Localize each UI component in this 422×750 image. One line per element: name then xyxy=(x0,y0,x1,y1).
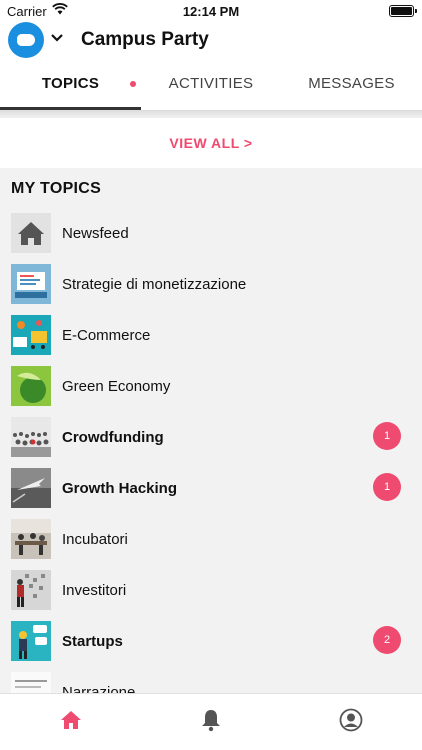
bottom-tab-bar xyxy=(0,693,422,750)
tab-bar-top: TOPICS ACTIVITIES MESSAGES xyxy=(0,62,422,110)
home-icon[interactable] xyxy=(59,708,83,732)
topic-label: Incubatori xyxy=(62,531,128,548)
topic-thumbnail xyxy=(11,468,51,508)
topic-label: Startups xyxy=(62,633,123,650)
app-logo-button[interactable] xyxy=(8,22,44,58)
topic-row[interactable]: Strategie di monetizzazione xyxy=(0,259,422,310)
topic-row[interactable]: Crowdfunding 1 xyxy=(0,412,422,463)
topic-label: Strategie di monetizzazione xyxy=(62,276,247,293)
topic-row[interactable]: Newsfeed xyxy=(0,208,422,259)
topic-row[interactable]: E-Commerce xyxy=(0,310,422,361)
community-title[interactable]: Campus Party xyxy=(81,29,209,51)
status-bar: Carrier 12:14 PM xyxy=(0,0,422,22)
topic-label: Growth Hacking xyxy=(62,480,178,497)
home-icon xyxy=(11,213,51,253)
unread-badge: 2 xyxy=(373,626,401,654)
topic-label: Investitori xyxy=(62,582,127,599)
section-title: MY TOPICS xyxy=(11,180,102,197)
topic-thumbnail xyxy=(11,417,51,457)
topic-thumbnail xyxy=(11,519,51,559)
clock: 12:14 PM xyxy=(182,4,240,19)
topic-thumbnail xyxy=(11,570,51,610)
tab-activities[interactable]: ACTIVITIES xyxy=(141,62,281,110)
chevron-down-icon[interactable] xyxy=(50,31,64,49)
topic-label: E-Commerce xyxy=(62,327,151,344)
topic-label: Crowdfunding xyxy=(62,429,164,446)
topic-thumbnail xyxy=(11,264,51,304)
divider xyxy=(0,110,422,118)
topic-label: Narrazione xyxy=(62,684,136,693)
unread-dot xyxy=(130,81,136,87)
profile-icon[interactable] xyxy=(339,708,363,732)
topic-thumbnail xyxy=(11,366,51,406)
unread-badge: 1 xyxy=(373,473,401,501)
tab-messages[interactable]: MESSAGES xyxy=(281,62,422,110)
bell-icon[interactable] xyxy=(199,708,223,732)
unread-badge: 1 xyxy=(373,422,401,450)
app-header: Campus Party xyxy=(0,22,422,62)
topic-row[interactable]: Startups 2 xyxy=(0,616,422,667)
topic-list: Newsfeed Strategie di monetizzazione E-C… xyxy=(0,208,422,693)
view-all-link[interactable]: VIEW ALL > xyxy=(0,118,422,168)
topic-thumbnail xyxy=(11,672,51,693)
topic-row[interactable]: Investitori xyxy=(0,565,422,616)
cloud-icon xyxy=(17,34,35,46)
topic-thumbnail xyxy=(11,315,51,355)
topic-row[interactable]: Incubatori xyxy=(0,514,422,565)
topic-row[interactable]: Narrazione xyxy=(0,667,422,693)
tab-topics[interactable]: TOPICS xyxy=(0,62,141,110)
battery-icon xyxy=(389,5,417,17)
topic-row[interactable]: Green Economy xyxy=(0,361,422,412)
topic-thumbnail xyxy=(11,621,51,661)
topic-label: Green Economy xyxy=(62,378,171,395)
topic-row[interactable]: Growth Hacking 1 xyxy=(0,463,422,514)
topic-label: Newsfeed xyxy=(62,225,129,242)
